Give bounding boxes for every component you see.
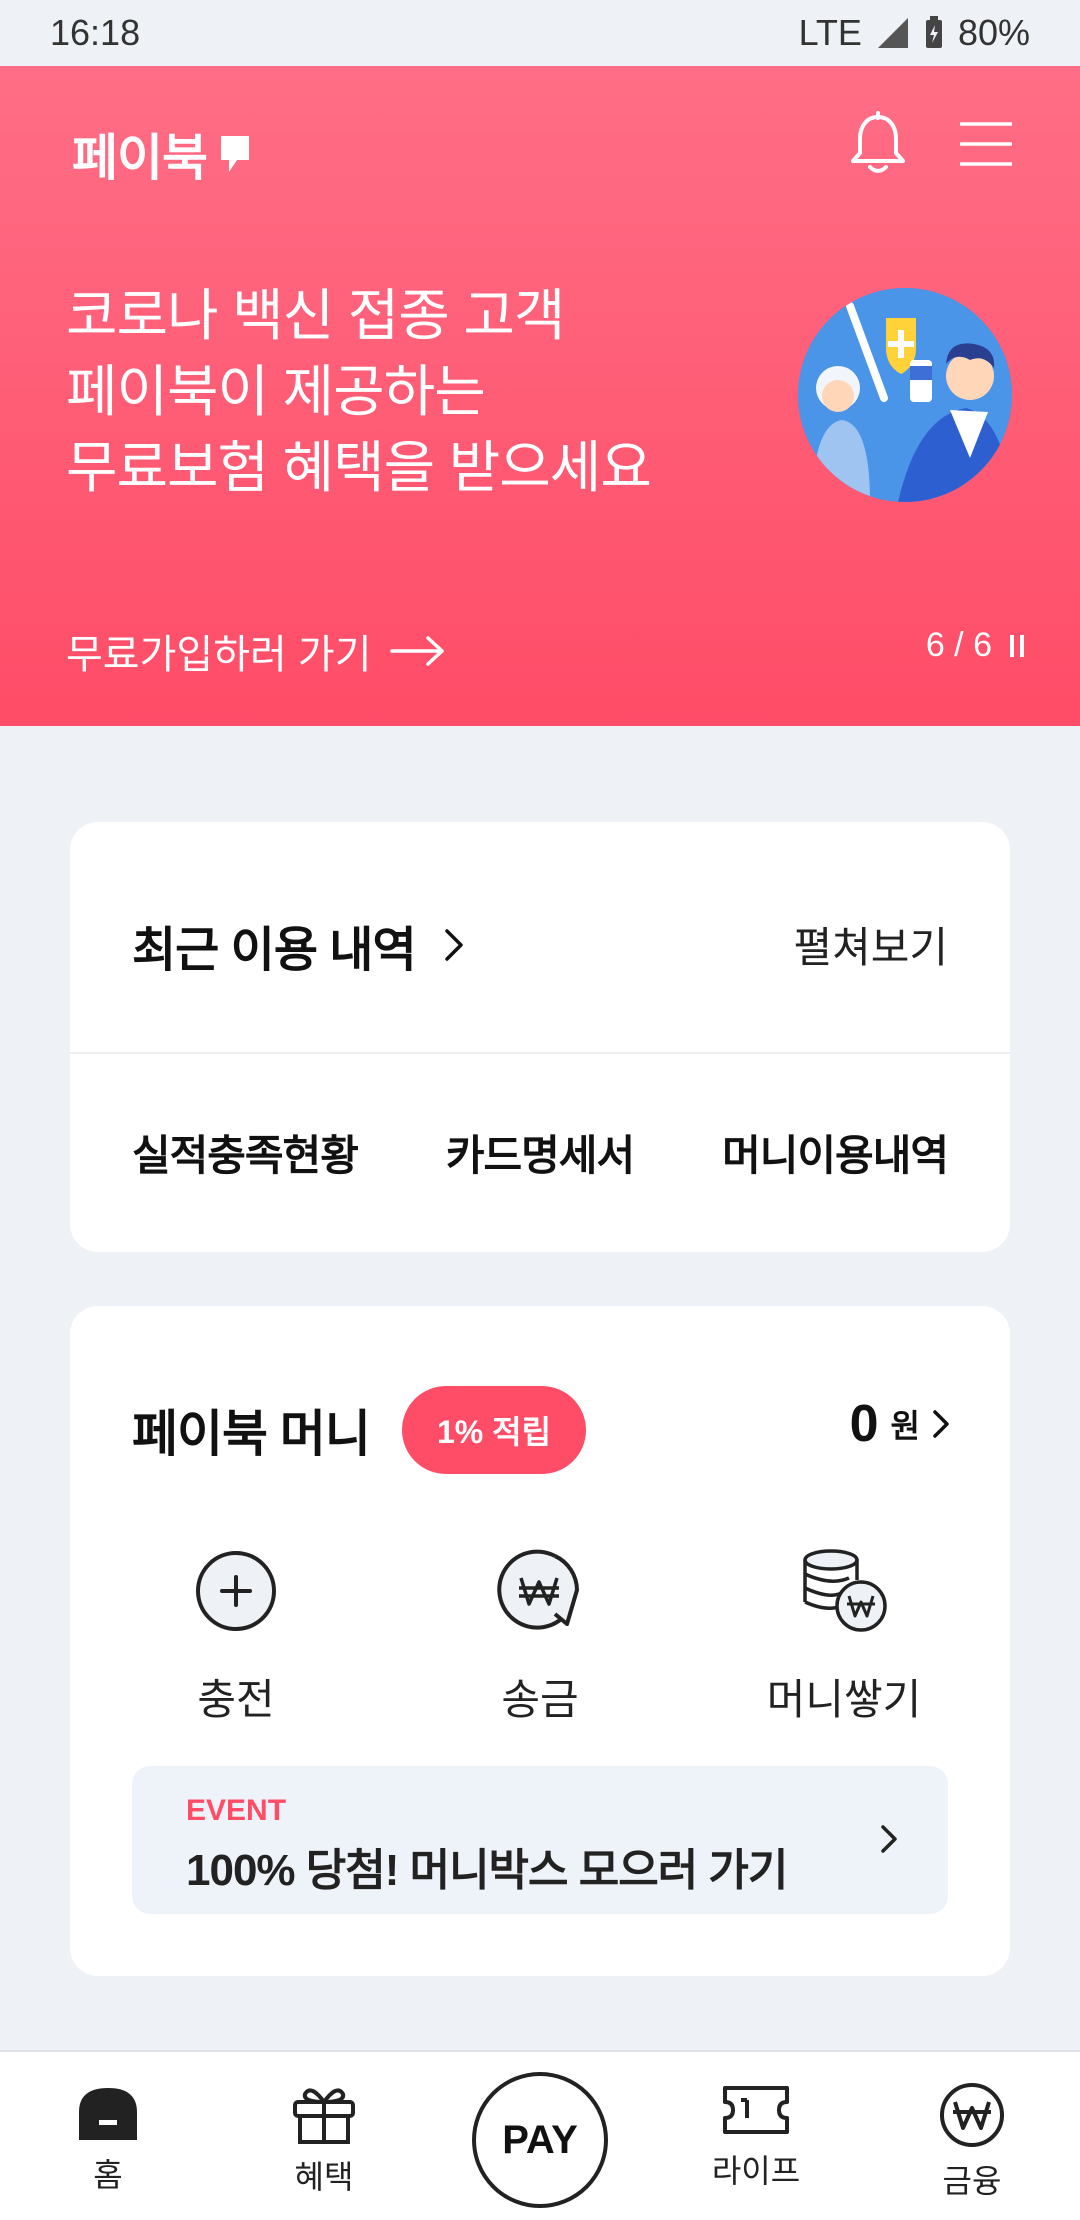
status-bar: 16:18 LTE 80% — [0, 0, 1080, 66]
battery-icon — [925, 16, 942, 48]
pay-button[interactable]: PAY — [472, 2072, 608, 2208]
bottom-navigation: 홈 혜택 PAY 라이프 금융 — [0, 2050, 1080, 2220]
coin-stack-icon — [803, 1549, 887, 1632]
balance-amount: 0 — [849, 1395, 879, 1453]
money-title: 페이북 머니 — [132, 1406, 371, 1462]
menu-button[interactable] — [954, 112, 1018, 176]
balance-unit: 원 — [890, 1408, 920, 1444]
reward-badge: 1% 적립 — [402, 1386, 586, 1474]
tab-benefits[interactable]: 혜택 — [254, 2082, 394, 2198]
ticket-icon — [723, 2086, 789, 2134]
charge-button[interactable]: 충전 — [136, 1546, 336, 1727]
home-icon — [79, 2088, 137, 2140]
hero-banner[interactable]: 페이북 코로나 백신 접종 고객 페이북이 제공하는 무료보험 혜택을 받으세요 — [0, 66, 1080, 726]
save-money-button[interactable]: 머니쌓기 — [744, 1546, 944, 1727]
banner-headline: 코로나 백신 접종 고객 페이북이 제공하는 무료보험 혜택을 받으세요 — [66, 278, 766, 506]
recent-history-links: 실적충족현황 카드명세서 머니이용내역 — [132, 1122, 949, 1183]
event-banner[interactable]: EVENT 100% 당첨! 머니박스 모으러 가기 — [132, 1766, 948, 1914]
arrow-right-icon — [389, 636, 444, 666]
recent-history-card: 최근 이용 내역 펼쳐보기 실적충족현황 카드명세서 머니이용내역 — [70, 822, 1010, 1252]
tab-label: 금융 — [942, 2163, 1002, 2199]
expand-button[interactable]: 펼쳐보기 — [793, 914, 948, 975]
performance-status-link[interactable]: 실적충족현황 — [132, 1122, 359, 1183]
vaccine-illustration-art — [798, 288, 1012, 502]
chevron-right-icon — [444, 929, 463, 961]
money-history-link[interactable]: 머니이용내역 — [722, 1122, 949, 1183]
tab-life[interactable]: 라이프 — [686, 2082, 826, 2192]
send-money-button[interactable]: 송금 — [440, 1546, 640, 1727]
bell-icon — [851, 111, 905, 173]
vaccine-illustration — [798, 288, 1012, 502]
divider — [70, 1052, 1010, 1054]
banner-line: 페이북이 제공하는 — [66, 360, 486, 423]
won-send-icon — [497, 1549, 579, 1630]
paybook-money-card: 페이북 머니 1% 적립 0 원 충전 송금 머니쌓기 EVENT 100% 당… — [70, 1306, 1010, 1976]
logo-mark-icon — [221, 136, 249, 172]
action-label: 머니쌓기 — [766, 1676, 922, 1723]
won-circle-icon — [940, 2083, 1004, 2147]
tab-finance[interactable]: 금융 — [902, 2082, 1042, 2202]
gift-icon — [293, 2088, 355, 2144]
battery-level: 80% — [957, 12, 1030, 53]
banner-line: 무료보험 혜택을 받으세요 — [66, 436, 652, 499]
logo-text: 페이북 — [72, 130, 208, 186]
banner-cta-label: 무료가입하러 가기 — [66, 633, 372, 677]
card-statement-link[interactable]: 카드명세서 — [446, 1122, 635, 1183]
chevron-right-icon — [933, 1410, 949, 1438]
app-logo: 페이북 — [72, 118, 253, 190]
recent-history-title: 최근 이용 내역 — [132, 924, 417, 977]
status-right: LTE 80% — [799, 12, 1030, 54]
signal-icon — [877, 18, 908, 48]
tab-home[interactable]: 홈 — [38, 2082, 178, 2196]
pause-icon[interactable] — [1010, 634, 1024, 657]
pager-count: 6 / 6 — [925, 626, 992, 664]
event-tag: EVENT — [186, 1794, 287, 1827]
hamburger-menu-icon — [960, 122, 1012, 166]
recent-history-header[interactable]: 최근 이용 내역 — [132, 910, 464, 980]
plus-circle-icon — [196, 1551, 276, 1631]
money-balance[interactable]: 0 원 — [850, 1394, 950, 1454]
status-time: 16:18 — [50, 12, 141, 53]
event-text: 100% 당첨! 머니박스 모으러 가기 — [186, 1846, 788, 1895]
tab-label: 라이프 — [711, 2153, 801, 2189]
banner-line: 코로나 백신 접종 고객 — [66, 284, 565, 347]
network-label: LTE — [798, 12, 862, 53]
money-actions: 충전 송금 머니쌓기 — [70, 1546, 1010, 1723]
tab-label: 홈 — [93, 2157, 123, 2193]
banner-pager[interactable]: 6 / 6 — [926, 626, 1024, 665]
tab-label: 혜택 — [294, 2159, 354, 2195]
action-label: 충전 — [197, 1676, 275, 1723]
chevron-right-icon — [881, 1825, 897, 1853]
banner-cta-link[interactable]: 무료가입하러 가기 — [66, 622, 446, 680]
notification-button[interactable] — [840, 106, 916, 182]
action-label: 송금 — [501, 1676, 579, 1723]
